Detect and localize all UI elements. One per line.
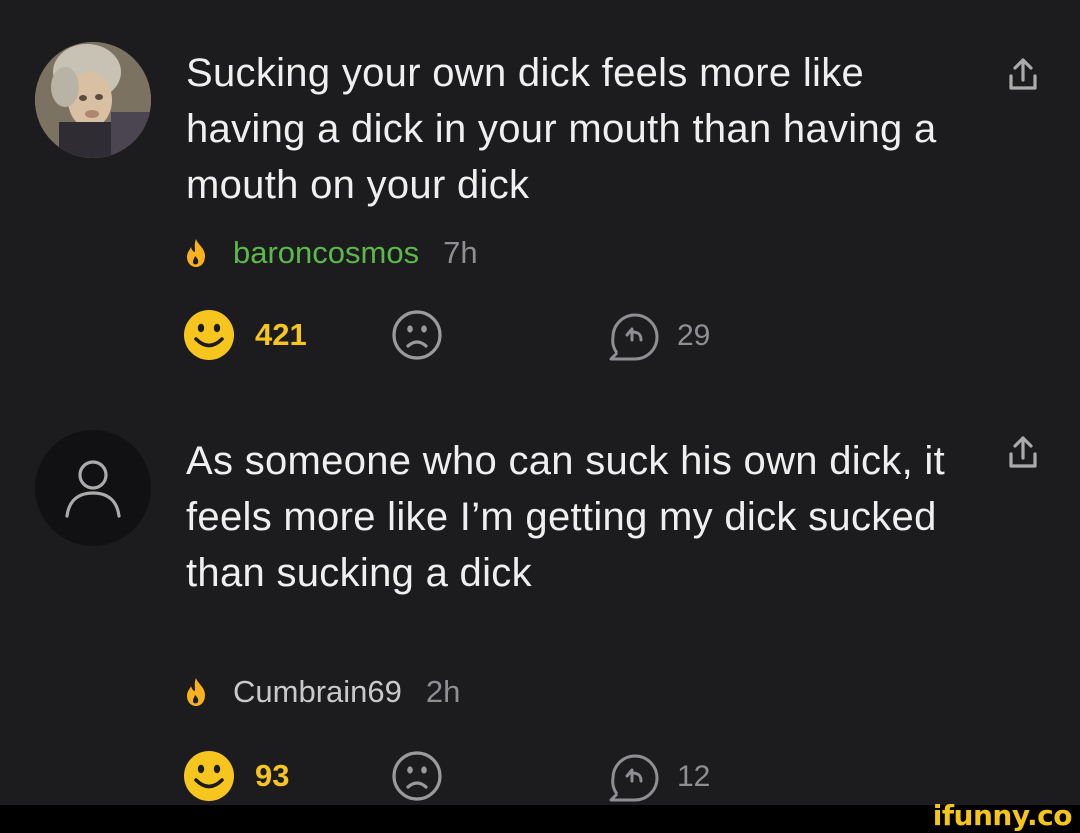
reply-count: 29 <box>677 319 711 352</box>
comment-text: Sucking your own dick feels more like ha… <box>186 51 937 207</box>
flame-icon <box>187 678 205 706</box>
comment-meta: Cumbrain69 2h <box>183 672 460 712</box>
watermark-bar: ifunny.co <box>0 799 1080 833</box>
smile-icon[interactable] <box>183 750 235 802</box>
sad-icon[interactable] <box>391 750 443 802</box>
comment-1: Sucking your own dick feels more like ha… <box>0 0 1080 400</box>
comment-meta: baroncosmos 7h <box>183 233 478 273</box>
share-icon[interactable] <box>1003 54 1043 94</box>
default-avatar-icon[interactable] <box>35 430 151 546</box>
share-icon[interactable] <box>1003 432 1043 472</box>
avatar[interactable] <box>35 42 151 158</box>
reply-icon[interactable] <box>605 309 661 365</box>
comment-2: As someone who can suck his own dick, it… <box>0 400 1080 805</box>
upvote-count: 421 <box>255 317 307 352</box>
reply-count: 12 <box>677 760 711 793</box>
username[interactable]: Cumbrain69 <box>233 674 402 710</box>
timestamp: 2h <box>425 674 461 709</box>
flame-icon <box>187 239 205 267</box>
upvote-count: 93 <box>255 758 290 793</box>
reply-icon[interactable] <box>605 750 661 806</box>
comment-text: As someone who can suck his own dick, it… <box>186 439 946 595</box>
timestamp: 7h <box>443 235 478 270</box>
sad-icon[interactable] <box>391 309 443 361</box>
watermark-logo: ifunny.co <box>932 799 1073 832</box>
smile-icon[interactable] <box>183 309 235 361</box>
username[interactable]: baroncosmos <box>233 235 419 271</box>
